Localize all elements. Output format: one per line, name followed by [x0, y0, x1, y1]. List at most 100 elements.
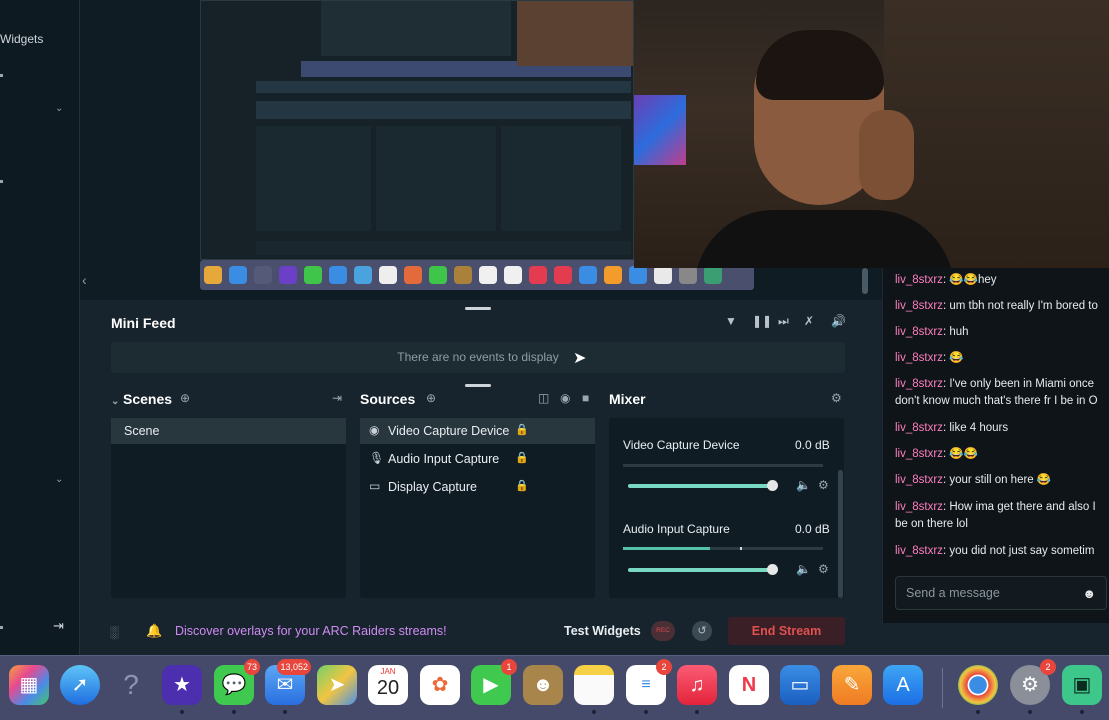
speaker-icon[interactable]: 🔈	[796, 478, 811, 492]
facetime-icon[interactable]: ▶ 1	[471, 659, 517, 705]
mini-feed-title: Mini Feed	[111, 315, 176, 331]
scene-transition-icon[interactable]: ⇥	[332, 391, 342, 405]
mute-alerts-icon[interactable]: ✗	[804, 314, 814, 328]
sidebar-marker	[0, 180, 3, 183]
lock-icon[interactable]: 🔒	[515, 451, 529, 464]
keynote-icon[interactable]: ▭	[780, 665, 820, 705]
add-folder-icon[interactable]: ■	[582, 391, 589, 405]
camera-icon: ◉	[369, 423, 380, 437]
contacts-icon[interactable]: ☻	[523, 665, 563, 705]
chat-message: liv_8stxrz: your still on here 😂	[895, 474, 1052, 486]
source-item-label: Audio Input Capture	[388, 452, 500, 466]
sidebar-marker	[0, 74, 3, 77]
calendar-icon[interactable]: JAN 20	[368, 665, 408, 705]
volume-slider[interactable]	[628, 568, 773, 572]
chat-message-input[interactable]: Send a message ☻	[895, 576, 1107, 610]
pages-icon[interactable]: ✎	[832, 665, 872, 705]
emoji-picker-icon[interactable]: ☻	[1082, 586, 1096, 601]
chat-input-placeholder: Send a message	[906, 586, 1000, 600]
speaker-icon[interactable]: 🔈	[796, 562, 811, 576]
channel-settings-gear-icon[interactable]: ⚙	[818, 478, 829, 492]
chat-message: liv_8stxrz: 😂	[895, 352, 964, 364]
help-icon[interactable]: ?	[111, 665, 151, 705]
chrome-icon[interactable]	[958, 665, 998, 714]
channel-settings-gear-icon[interactable]: ⚙	[818, 562, 829, 576]
scene-item[interactable]: Scene	[111, 418, 346, 444]
dock-separator	[942, 668, 943, 708]
chat-scrollbar[interactable]	[862, 268, 868, 294]
bell-icon[interactable]: 🔔	[146, 623, 162, 639]
bottom-bar: ░ 🔔 Discover overlays for your ARC Raide…	[97, 614, 857, 650]
chat-message: liv_8stxrz: 😂😂hey	[895, 274, 997, 286]
volume-slider[interactable]	[628, 484, 773, 488]
volume-slider-knob[interactable]	[767, 480, 778, 491]
pause-icon[interactable]: ❚❚	[752, 314, 772, 328]
mixer-scrollbar[interactable]	[838, 470, 843, 598]
source-item-video-capture[interactable]: ◉ Video Capture Device 🔒	[360, 418, 595, 444]
imovie-star-icon[interactable]: ★	[162, 665, 202, 714]
scene-item-label: Scene	[124, 424, 160, 438]
chat-message: liv_8stxrz: like 4 hours	[895, 422, 1009, 434]
resize-handle[interactable]	[465, 384, 491, 387]
calendar-month: JAN	[380, 667, 396, 676]
maps-icon[interactable]: ➤	[317, 665, 357, 705]
mixer-settings-gear-icon[interactable]: ⚙	[831, 391, 842, 405]
messages-icon[interactable]: 💬 73	[214, 659, 260, 714]
system-settings-gear-icon[interactable]: ⚙ 2	[1010, 659, 1056, 714]
sidebar-marker	[0, 626, 3, 629]
chat-panel: liv_8stxrz: 😂😂hey liv_8stxrz: um tbh not…	[882, 268, 1109, 623]
news-icon[interactable]: N	[729, 665, 769, 705]
music-icon[interactable]: ♫	[677, 665, 717, 714]
replay-buffer-icon[interactable]: ↺	[692, 621, 712, 641]
overlay-promo-link[interactable]: Discover overlays for your ARC Raiders s…	[175, 624, 447, 638]
chevron-down-icon[interactable]: ⌄	[55, 103, 63, 114]
add-scene-icon[interactable]: ⊕	[180, 391, 190, 405]
lock-icon[interactable]: 🔒	[515, 423, 529, 436]
source-item-audio-input[interactable]: 🎙 Audio Input Capture 🔒	[360, 446, 595, 472]
reminders-icon[interactable]: ≡ 2	[626, 659, 672, 714]
filter-icon[interactable]: ▼	[725, 314, 737, 328]
collapse-sidebar-icon[interactable]: ⇥	[53, 618, 64, 634]
add-source-icon[interactable]: ⊕	[426, 391, 436, 405]
source-item-display-capture[interactable]: ▭ Display Capture 🔒	[360, 474, 595, 500]
source-audio-icon[interactable]: ◉	[560, 391, 570, 405]
source-item-label: Video Capture Device	[388, 424, 510, 438]
chevron-down-icon[interactable]: ⌄	[55, 474, 63, 485]
mini-feed-empty: There are no events to display	[111, 342, 845, 373]
chat-message: liv_8stxrz: I've only been in Miami once…	[895, 378, 1098, 407]
volume-slider-knob[interactable]	[767, 564, 778, 575]
webcam-feed	[634, 0, 1109, 268]
mixer-channel-db: 0.0 dB	[795, 438, 830, 452]
volume-meter-level	[623, 547, 710, 550]
facetime-badge: 1	[501, 659, 517, 675]
sources-title: Sources	[360, 391, 416, 407]
sidebar-widgets-label[interactable]: Widgets	[0, 32, 43, 46]
stats-icon[interactable]: ░	[110, 625, 119, 639]
test-widgets-button[interactable]: Test Widgets	[564, 624, 641, 638]
mail-icon[interactable]: ✉ 13,052	[265, 659, 311, 714]
monitor-icon: ▭	[369, 479, 381, 493]
photos-icon[interactable]: ✿	[420, 665, 460, 705]
lock-icon[interactable]: 🔒	[515, 479, 529, 492]
launchpad-icon[interactable]: ▦	[9, 665, 49, 705]
source-display-icon[interactable]: ◫	[538, 391, 549, 405]
nested-preview-screenshot	[200, 0, 634, 260]
streamlabs-icon[interactable]: ▣	[1062, 665, 1102, 714]
mixer-title: Mixer	[609, 391, 646, 407]
mini-feed-panel: Mini Feed ▼ ❚❚ ⏭ ✗ 🔊 There are no events…	[97, 305, 857, 385]
chevron-left-icon[interactable]: ‹	[82, 272, 87, 288]
chat-message: liv_8stxrz: um tbh not really I'm bored …	[895, 300, 1098, 312]
settings-badge: 2	[1040, 659, 1056, 675]
end-stream-button[interactable]: End Stream	[728, 617, 845, 645]
notes-icon[interactable]	[574, 665, 614, 714]
scenes-title: Scenes	[123, 391, 173, 407]
safari-icon[interactable]: ➚	[60, 665, 100, 705]
skip-icon[interactable]: ⏭	[778, 314, 789, 329]
volume-meter	[623, 464, 823, 467]
chat-message: liv_8stxrz: you did not just say sometim	[895, 545, 1095, 557]
record-button[interactable]: REC	[651, 621, 675, 641]
reminders-badge: 2	[656, 659, 672, 675]
volume-icon[interactable]: 🔊	[831, 314, 846, 328]
scenes-collapse-chevron[interactable]: ⌄	[111, 391, 119, 407]
app-store-icon[interactable]: A	[883, 665, 923, 705]
